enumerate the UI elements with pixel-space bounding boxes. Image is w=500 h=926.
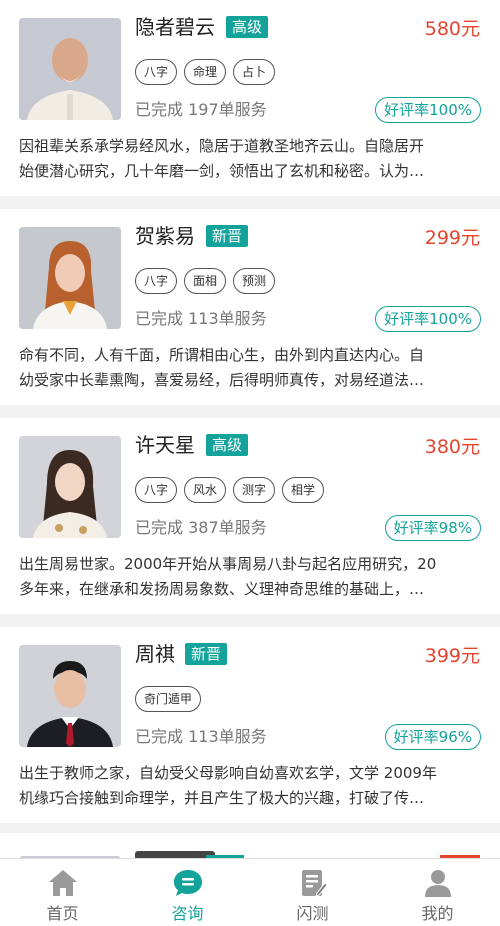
level-badge: 高级 [206, 434, 249, 456]
master-name: 隐者碧云 [135, 15, 215, 39]
description-line: 幼受家中长辈熏陶，喜爱易经，后得明师真传，对易经道法… [19, 371, 425, 389]
completed-count: 已完成 387单服务 [135, 518, 267, 537]
price: 299元 [424, 227, 480, 249]
completed-count: 已完成 113单服务 [135, 727, 267, 746]
tab-consult[interactable]: 咨询 [125, 859, 250, 926]
tab-label: 咨询 [171, 904, 204, 923]
tab-label: 首页 [46, 904, 79, 923]
master-name: 贺紫易 [135, 224, 195, 248]
tab-mine[interactable]: 我的 [375, 859, 500, 926]
level-badge: 高级 [226, 16, 269, 38]
description-line: 出生周易世家。2000年开始从事周易八卦与起名应用研究，20 [19, 555, 437, 573]
master-name-cut [135, 851, 215, 858]
master-card[interactable]: 贺紫易 新晋 299元 八字 面相 预测 已完成 113单服务 好评率100% … [0, 209, 500, 405]
rating-badge: 好评率100% [375, 306, 481, 332]
tag: 占卜 [233, 59, 276, 85]
completed-count: 已完成 197单服务 [135, 100, 267, 119]
tag: 面相 [184, 268, 227, 294]
rating-badge: 好评率100% [375, 97, 481, 123]
master-avatar [19, 645, 121, 747]
description-line: 出生于教师之家，自幼受父母影响自幼喜欢玄学，文学 2009年 [19, 764, 437, 782]
tag: 测字 [233, 477, 276, 503]
tag: 命理 [184, 59, 227, 85]
tab-label: 闪测 [296, 904, 329, 923]
master-card[interactable]: 许天星 高级 380元 八字 风水 测字 相学 已完成 387单服务 好评率98… [0, 418, 500, 614]
level-badge: 新晋 [185, 643, 228, 665]
rating-badge: 好评率96% [384, 724, 481, 750]
chat-icon [173, 870, 202, 896]
price: 399元 [424, 645, 480, 667]
master-name: 许天星 [135, 433, 195, 457]
user-icon [424, 870, 451, 897]
description-line: 多年来，在继承和发扬周易象数、义理神奇思维的基础上，… [19, 580, 425, 598]
description-line: 命有不同，人有千面，所谓相由心生，由外到内直达内心。自 [19, 346, 425, 364]
master-avatar [19, 18, 121, 120]
master-description: 因祖辈关系承学易经风水，隐居于道教圣地齐云山。自隐居开 始便潜心研究，几十年磨一… [19, 134, 481, 184]
tag: 风水 [184, 477, 227, 503]
tag-list: 八字 命理 占卜 [135, 59, 276, 85]
tag-list: 八字 面相 预测 [135, 268, 276, 294]
rating-badge: 好评率98% [384, 515, 481, 541]
master-card[interactable]: 隐者碧云 高级 580元 八字 命理 占卜 已完成 197单服务 好评率100%… [0, 0, 500, 196]
tag: 相学 [282, 477, 325, 503]
price: 580元 [424, 18, 480, 40]
description-line: 因祖辈关系承学易经风水，隐居于道教圣地齐云山。自隐居开 [19, 137, 425, 155]
tag-list: 八字 风水 测字 相学 [135, 477, 325, 503]
master-description: 命有不同，人有千面，所谓相由心生，由外到内直达内心。自 幼受家中长辈熏陶，喜爱易… [19, 343, 481, 393]
tag: 八字 [135, 59, 178, 85]
master-name: 周祺 [135, 642, 175, 666]
tab-quicktest[interactable]: 闪测 [250, 859, 375, 926]
tag-list: 奇门遁甲 [135, 686, 202, 712]
tag: 奇门遁甲 [135, 686, 202, 712]
tab-home[interactable]: 首页 [0, 859, 125, 926]
tag: 八字 [135, 477, 178, 503]
master-card-partial[interactable] [0, 833, 500, 858]
notepad-icon [301, 870, 328, 897]
completed-count: 已完成 113单服务 [135, 309, 267, 328]
description-line: 机缘巧合接触到命理学，并且产生了极大的兴趣，打破了传… [19, 789, 425, 807]
master-description: 出生周易世家。2000年开始从事周易八卦与起名应用研究，20 多年来，在继承和发… [19, 552, 481, 602]
master-card[interactable]: 周祺 新晋 399元 奇门遁甲 已完成 113单服务 好评率96% 出生于教师之… [0, 627, 500, 823]
tag: 八字 [135, 268, 178, 294]
master-description: 出生于教师之家，自幼受父母影响自幼喜欢玄学，文学 2009年 机缘巧合接触到命理… [19, 761, 481, 811]
level-badge: 新晋 [206, 225, 249, 247]
master-avatar [19, 436, 121, 538]
tag: 预测 [233, 268, 276, 294]
description-line: 始便潜心研究，几十年磨一剑，领悟出了玄机和秘密。认为… [19, 162, 425, 180]
price: 380元 [424, 436, 480, 458]
home-icon [48, 870, 77, 896]
bottom-tab-bar: 首页 咨询 闪测 我的 [0, 858, 500, 926]
master-avatar [19, 227, 121, 329]
master-list[interactable]: 隐者碧云 高级 580元 八字 命理 占卜 已完成 197单服务 好评率100%… [0, 0, 500, 858]
tab-label: 我的 [421, 904, 454, 923]
